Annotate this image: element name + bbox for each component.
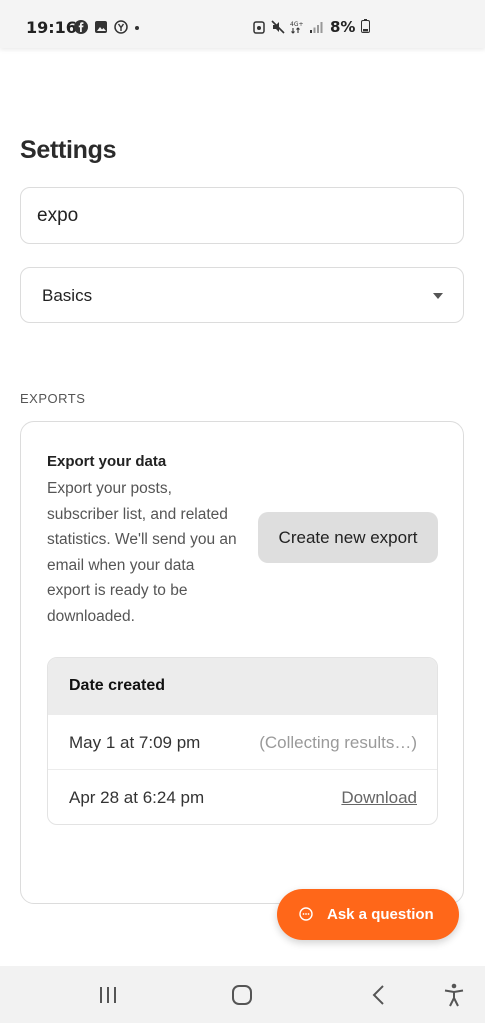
status-icons-right: 4G+ [252, 20, 323, 34]
battery-level: 8% [330, 18, 370, 36]
chevron-down-icon [433, 293, 443, 299]
table-row: May 1 at 7:09 pm (Collecting results…) [48, 714, 437, 770]
status-icons-left [74, 20, 140, 34]
page-title: Settings [20, 136, 117, 164]
recent-apps-icon[interactable] [95, 982, 121, 1008]
ask-question-label: Ask a question [327, 906, 434, 923]
section-label: EXPORTS [20, 391, 86, 406]
select-value: Basics [42, 286, 93, 305]
signal-icon [310, 22, 323, 33]
row-date: May 1 at 7:09 pm [69, 733, 201, 752]
export-card: Export your data Export your posts, subs… [20, 421, 464, 904]
battery-percent: 8% [330, 18, 356, 36]
svg-text:4G+: 4G+ [290, 21, 304, 28]
table-row: Apr 28 at 6:24 pm Download [48, 769, 437, 824]
category-select[interactable]: Basics [20, 267, 464, 323]
mute-icon [271, 20, 285, 34]
network-4g-icon: 4G+ [290, 21, 304, 34]
card-description: Export your posts, subscriber list, and … [47, 480, 237, 625]
card-title: Export your data [47, 453, 167, 470]
download-link[interactable]: Download [341, 788, 417, 808]
chat-bubble-icon [299, 907, 313, 921]
dot-icon [135, 26, 139, 30]
row-date: Apr 28 at 6:24 pm [69, 788, 205, 807]
home-icon[interactable] [229, 982, 255, 1008]
gallery-icon [95, 21, 107, 33]
status-time: 19:16 [26, 18, 77, 37]
row-status: (Collecting results…) [259, 733, 417, 752]
ask-question-button[interactable]: Ask a question [277, 889, 459, 940]
alarm-icon [253, 21, 265, 34]
app-icon [114, 20, 128, 34]
status-bar: 19:16 4G+ 8% [0, 0, 485, 48]
search-input[interactable] [20, 187, 464, 244]
accessibility-icon[interactable] [441, 982, 467, 1008]
battery-icon [360, 19, 370, 33]
system-nav-bar [0, 966, 485, 1023]
back-icon[interactable] [366, 982, 392, 1008]
exports-table: Date created May 1 at 7:09 pm (Collectin… [47, 657, 438, 825]
table-header: Date created [48, 658, 437, 714]
facebook-icon [74, 20, 88, 34]
column-header-date: Date created [69, 677, 166, 694]
create-export-button[interactable]: Create new export [258, 512, 438, 563]
